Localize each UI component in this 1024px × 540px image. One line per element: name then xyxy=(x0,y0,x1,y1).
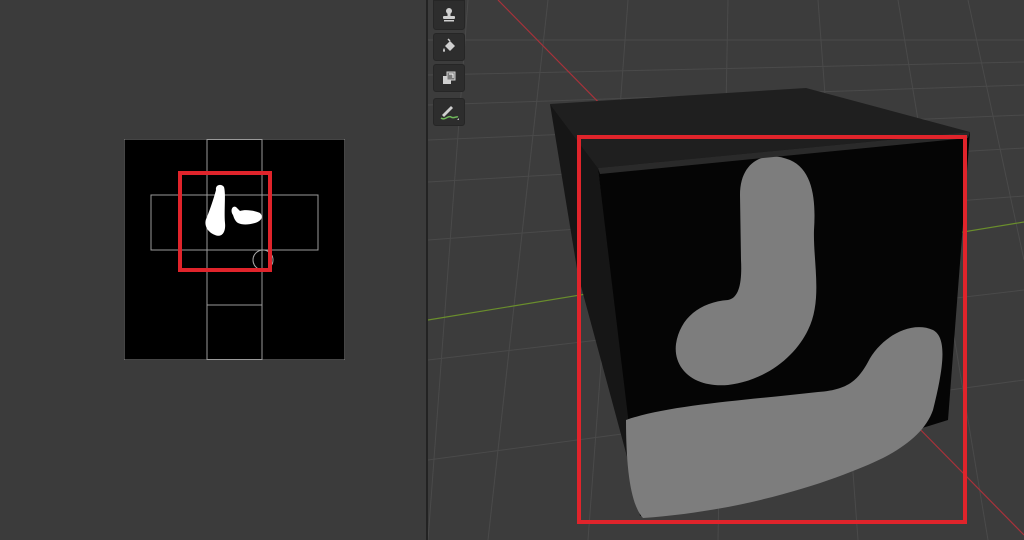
fill-bucket-icon xyxy=(440,38,458,56)
clone-stamp-tool[interactable] xyxy=(433,0,465,30)
stamp-icon xyxy=(441,7,457,23)
image-editor[interactable] xyxy=(0,0,426,540)
cube-object[interactable] xyxy=(550,88,970,518)
3d-viewport[interactable] xyxy=(428,0,1024,540)
fill-tool[interactable] xyxy=(433,33,465,61)
app-window xyxy=(0,0,1024,540)
tool-shelf xyxy=(433,0,467,129)
uv-texture-canvas[interactable] xyxy=(124,139,345,360)
mask-icon xyxy=(441,70,457,86)
mask-tool[interactable] xyxy=(433,64,465,92)
draw-brush-icon xyxy=(438,102,460,122)
draw-tool[interactable] xyxy=(433,98,465,126)
